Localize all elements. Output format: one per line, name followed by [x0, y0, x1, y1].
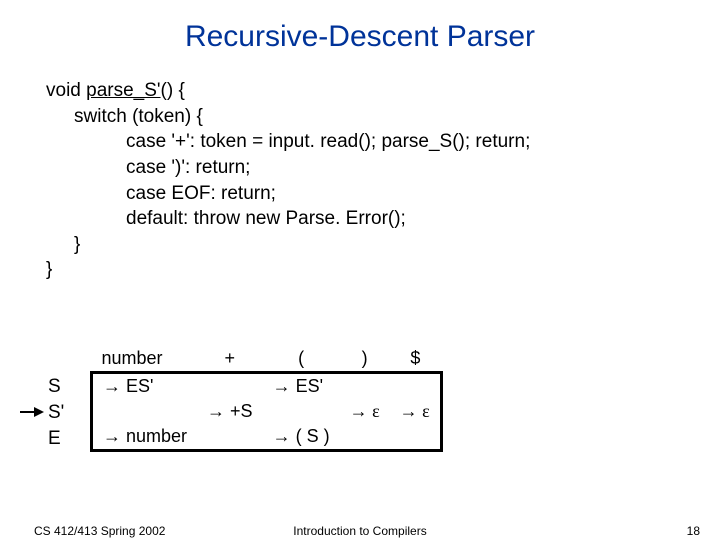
cell: → ε: [340, 399, 390, 424]
cell: [197, 373, 263, 400]
code-line: case ')': return;: [46, 155, 720, 181]
code-line: switch (token) {: [46, 104, 720, 130]
code-line: default: throw new Parse. Error();: [46, 206, 720, 232]
code-line: }: [46, 257, 720, 283]
fn-name: parse_S': [86, 80, 160, 101]
col-rparen: ): [340, 346, 390, 373]
cell: → ε: [390, 399, 442, 424]
col-eof: $: [390, 346, 442, 373]
code-line: case '+': token = input. read(); parse_S…: [46, 129, 720, 155]
cell: [197, 424, 263, 451]
code-text: () {: [161, 80, 185, 101]
cell: → number: [92, 424, 198, 451]
code-line: }: [46, 232, 720, 258]
code-line: case EOF: return;: [46, 181, 720, 207]
footer-page-number: 18: [687, 524, 700, 538]
cell: [340, 373, 390, 400]
cell: → ( S ): [263, 424, 340, 451]
footer-center: Introduction to Compilers: [0, 524, 720, 538]
kw-void: void: [46, 80, 86, 101]
parse-table: number + ( ) $ → ES' → ES' → +S → ε → ε: [90, 346, 443, 452]
code-line: void parse_S'() {: [46, 78, 720, 104]
cell: [390, 373, 442, 400]
cell: → +S: [197, 399, 263, 424]
row-label-E: E: [48, 426, 64, 452]
pointer-arrow-icon: [20, 406, 42, 416]
page-title: Recursive-Descent Parser: [0, 0, 720, 54]
col-lparen: (: [263, 346, 340, 373]
cell: [263, 399, 340, 424]
grammar-row-labels: S S' E: [48, 374, 64, 453]
cell: [390, 424, 442, 451]
row-label-S: S: [48, 374, 64, 400]
cell: → ES': [92, 373, 198, 400]
cell: [340, 424, 390, 451]
cell: [92, 399, 198, 424]
cell: → ES': [263, 373, 340, 400]
code-block: void parse_S'() { switch (token) { case …: [0, 54, 720, 283]
col-plus: +: [197, 346, 263, 373]
col-number: number: [92, 346, 198, 373]
row-label-Sprime: S': [48, 400, 64, 426]
